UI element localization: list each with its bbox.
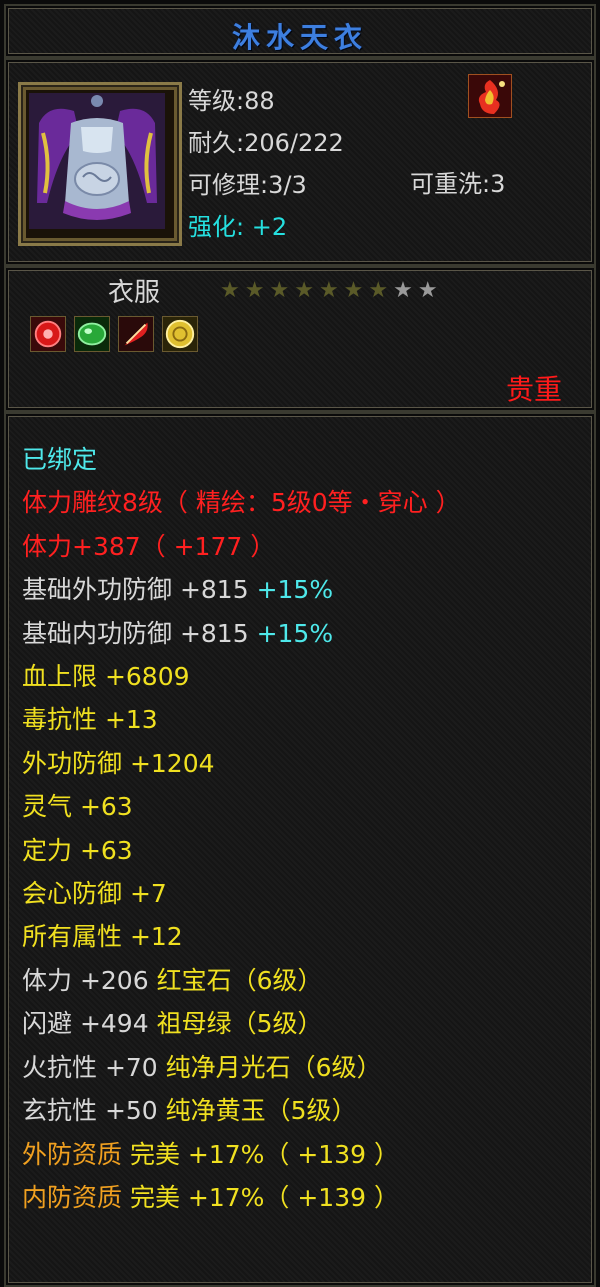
- attribute-text: +15%: [256, 618, 334, 648]
- attribute-line: 闪避 +494 祖母绿（5级）: [22, 1002, 461, 1045]
- item-tooltip: 沐水天衣 等级:88 耐久:206/222 可修理:3/3 强化: +2 可重洗…: [0, 0, 600, 1287]
- star-filled-icon: ★: [368, 278, 389, 303]
- attribute-line: 体力 +206 红宝石（6级）: [22, 959, 461, 1002]
- armor-robe-icon: [29, 93, 165, 229]
- attribute-list: 已绑定体力雕纹8级（ 精绘：5级0等・穿心 ） 体力+387（ +177 ） 基础外…: [22, 438, 461, 1219]
- item-rarity: 贵重: [505, 373, 562, 406]
- attribute-line: 所有属性 +12: [22, 915, 461, 958]
- gem-sockets: [30, 316, 198, 352]
- star-filled-icon: ★: [269, 278, 290, 303]
- attribute-text: 基础外功防御 +815: [22, 575, 257, 605]
- star-filled-icon: ★: [244, 278, 265, 303]
- item-type: 衣服: [108, 278, 161, 308]
- green-jade-icon[interactable]: [74, 316, 110, 352]
- attribute-line: 已绑定: [22, 438, 461, 481]
- gold-coin-icon[interactable]: [162, 316, 198, 352]
- attributes-panel: 已绑定体力雕纹8级（ 精绘：5级0等・穿心 ） 体力+387（ +177 ） 基础外…: [4, 412, 596, 1287]
- attribute-line: 定力 +63: [22, 829, 461, 872]
- attribute-line: 灵气 +63: [22, 785, 461, 828]
- item-repair: 可修理:3/3: [188, 171, 307, 199]
- attribute-line: 体力雕纹8级（ 精绘：5级0等・穿心 ）: [22, 481, 461, 524]
- item-rewash: 可重洗:3: [410, 170, 506, 198]
- attribute-line: 玄抗性 +50 纯净黄玉（5级）: [22, 1089, 461, 1132]
- attribute-text: 祖母绿（5级）: [156, 1009, 323, 1039]
- star-filled-icon: ★: [294, 278, 314, 303]
- attribute-text: 体力+387（ +177 ）: [22, 531, 276, 561]
- attribute-line: 火抗性 +70 纯净月光石（6级）: [22, 1046, 461, 1089]
- star-empty-icon: ★: [417, 278, 438, 303]
- enhance-label: 强化:: [188, 213, 245, 241]
- attribute-line: 基础外功防御 +815 +15%: [22, 568, 461, 611]
- enhance-value: +2: [251, 213, 288, 241]
- attribute-text: 玄抗性 +50: [22, 1096, 166, 1126]
- item-enhance: 强化: +2: [188, 206, 344, 248]
- attribute-text: 基础内功防御 +815: [22, 618, 257, 648]
- attribute-text: 会心防御 +7: [22, 879, 167, 909]
- item-level: 等级:88: [188, 87, 275, 115]
- attribute-text: 完美 +17%（ +139 ）: [129, 1182, 399, 1212]
- attribute-text: 闪避 +494: [22, 1009, 157, 1039]
- attribute-line: 体力+387（ +177 ）: [22, 525, 461, 568]
- attribute-text: 内防资质: [22, 1182, 130, 1212]
- attribute-text: 已绑定: [22, 445, 98, 474]
- attribute-line: 毒抗性 +13: [22, 698, 461, 741]
- attribute-text: 血上限 +6809: [22, 662, 190, 692]
- armor-icon-frame: [18, 82, 182, 246]
- title-bar: 沐水天衣: [4, 4, 596, 58]
- red-feather-icon[interactable]: [118, 316, 154, 352]
- attribute-text: 外防资质: [22, 1139, 130, 1169]
- attribute-text: 毒抗性 +13: [22, 705, 158, 735]
- star-rating: ★ ★ ★ ★ ★ ★ ★ ★ ★: [220, 278, 438, 304]
- attribute-line: 外防资质 完美 +17%（ +139 ）: [22, 1133, 461, 1176]
- attribute-line: 内防资质 完美 +17%（ +139 ）: [22, 1176, 461, 1219]
- attribute-text: 体力 +206: [22, 965, 157, 995]
- attribute-line: 血上限 +6809: [22, 655, 461, 698]
- fire-badge-icon: [468, 74, 512, 118]
- item-type-panel: 衣服 ★ ★ ★ ★ ★ ★ ★ ★ ★ 贵重: [4, 266, 596, 412]
- attribute-line: 会心防御 +7: [22, 872, 461, 915]
- attribute-text: 完美 +17%（ +139 ）: [129, 1139, 399, 1169]
- attribute-text: 定力 +63: [22, 835, 133, 865]
- star-filled-icon: ★: [220, 278, 240, 303]
- attribute-text: 纯净黄玉（5级）: [165, 1096, 357, 1126]
- attribute-text: 体力雕纹8级（ 精绘：5级0等・穿心 ）: [22, 488, 461, 518]
- item-info-panel: 等级:88 耐久:206/222 可修理:3/3 强化: +2 可重洗:3: [4, 58, 596, 266]
- attribute-text: 所有属性 +12: [22, 922, 183, 952]
- attribute-text: 纯净月光石（6级）: [165, 1052, 382, 1082]
- attribute-text: 灵气 +63: [22, 792, 133, 822]
- red-gem-icon[interactable]: [30, 316, 66, 352]
- star-empty-icon: ★: [393, 278, 413, 303]
- item-stats: 等级:88 耐久:206/222 可修理:3/3 强化: +2: [188, 80, 344, 248]
- item-durability: 耐久:206/222: [188, 129, 344, 157]
- attribute-text: +15%: [256, 575, 334, 605]
- star-filled-icon: ★: [343, 278, 364, 303]
- attribute-text: 火抗性 +70: [22, 1052, 166, 1082]
- star-filled-icon: ★: [318, 278, 339, 303]
- attribute-line: 基础内功防御 +815 +15%: [22, 612, 461, 655]
- attribute-line: 外功防御 +1204: [22, 742, 461, 785]
- attribute-text: 红宝石（6级）: [156, 965, 323, 995]
- attribute-text: 外功防御 +1204: [22, 748, 215, 778]
- item-name: 沐水天衣: [231, 21, 368, 54]
